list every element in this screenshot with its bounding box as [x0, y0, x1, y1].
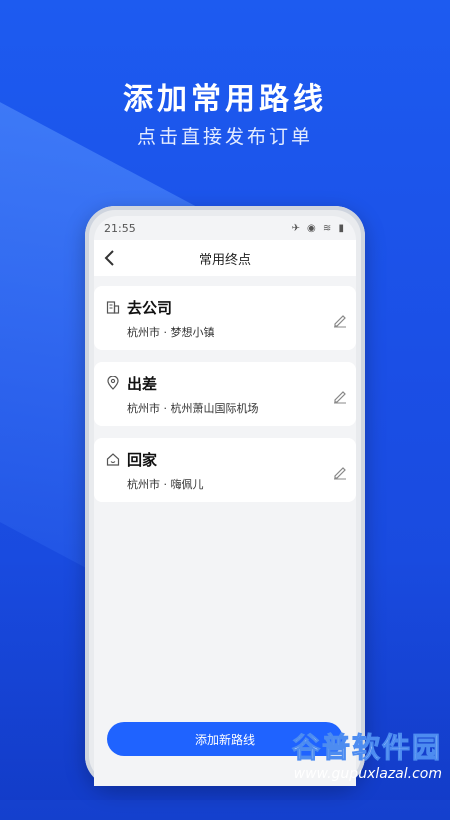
- route-name: 出差: [127, 375, 158, 393]
- edit-icon[interactable]: [332, 312, 348, 328]
- phone-screen: 21:55 ✈ ◉ ≋ ▮ 常用终点 去公司 杭州市 · 梦想小镇 出差 杭州市…: [94, 216, 356, 786]
- route-list: 去公司 杭州市 · 梦想小镇 出差 杭州市 · 杭州萧山国际机场 回家 杭州市 …: [94, 276, 356, 502]
- route-address: 杭州市 · 梦想小镇: [127, 326, 215, 339]
- route-card-business-trip[interactable]: 出差 杭州市 · 杭州萧山国际机场: [94, 362, 356, 426]
- edit-icon[interactable]: [332, 388, 348, 404]
- home-icon: [106, 453, 120, 466]
- watermark: 谷普软件园 www.gupuxlazal.com: [232, 726, 442, 792]
- back-button[interactable]: [100, 246, 120, 270]
- nav-bar: 常用终点: [94, 240, 356, 276]
- route-address: 杭州市 · 杭州萧山国际机场: [127, 402, 259, 415]
- watermark-url: www.gupuxlazal.com: [293, 766, 442, 782]
- status-time: 21:55: [104, 221, 136, 235]
- route-card-company[interactable]: 去公司 杭州市 · 梦想小镇: [94, 286, 356, 350]
- promo-headline: 添加常用路线: [123, 82, 327, 117]
- chevron-left-icon: [104, 250, 114, 266]
- route-address: 杭州市 · 嗨佩儿: [127, 478, 204, 491]
- promo-subline: 点击直接发布订单: [136, 126, 313, 148]
- location-pin-icon: [107, 376, 119, 390]
- route-name: 去公司: [127, 299, 173, 317]
- building-icon: [106, 301, 120, 314]
- phone-mockup: 21:55 ✈ ◉ ≋ ▮ 常用终点 去公司 杭州市 · 梦想小镇 出差 杭州市…: [85, 206, 365, 786]
- edit-icon[interactable]: [332, 464, 348, 480]
- route-name: 回家: [127, 451, 158, 469]
- route-card-home[interactable]: 回家 杭州市 · 嗨佩儿: [94, 438, 356, 502]
- status-icons: ✈ ◉ ≋ ▮: [291, 222, 346, 234]
- status-bar: 21:55 ✈ ◉ ≋ ▮: [94, 216, 356, 240]
- watermark-title: 谷普软件园: [291, 731, 442, 765]
- page-title: 常用终点: [198, 252, 251, 268]
